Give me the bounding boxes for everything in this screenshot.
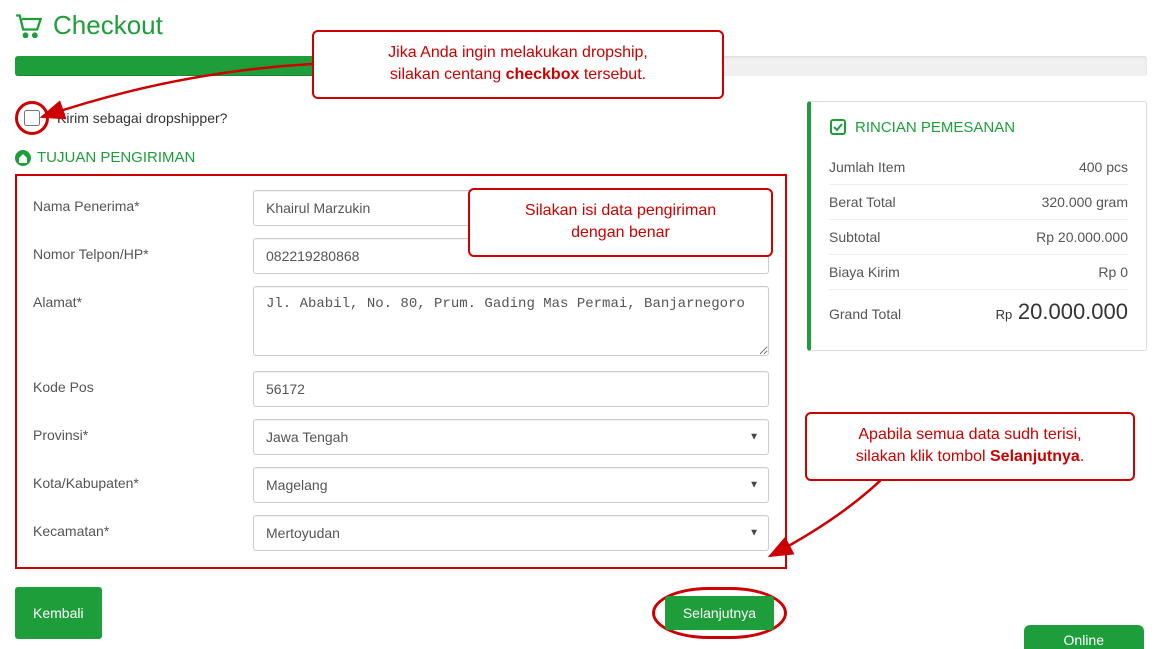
shipping-section-title: TUJUAN PENGIRIMAN — [37, 149, 195, 166]
next-button-highlight-oval: Selanjutnya — [652, 587, 787, 639]
subtotal-label: Subtotal — [829, 229, 880, 245]
kodepos-label: Kode Pos — [33, 371, 253, 395]
provinsi-select[interactable] — [253, 419, 769, 455]
kota-select[interactable] — [253, 467, 769, 503]
order-summary-title: RINCIAN PEMESANAN — [855, 119, 1015, 136]
berat-label: Berat Total — [829, 194, 896, 210]
cart-icon — [15, 14, 43, 38]
dropship-row: Kirim sebagai dropshipper? — [15, 101, 787, 135]
checklist-icon — [829, 118, 847, 136]
checkbox-highlight-circle — [15, 101, 49, 135]
kecamatan-select[interactable] — [253, 515, 769, 551]
callout-dropship: Jika Anda ingin melakukan dropship, sila… — [312, 30, 724, 99]
kodepos-input[interactable] — [253, 371, 769, 407]
nama-label: Nama Penerima* — [33, 190, 253, 214]
grand-total-value: Rp 20.000.000 — [996, 299, 1128, 325]
kota-label: Kota/Kabupaten* — [33, 467, 253, 491]
dropship-checkbox[interactable] — [24, 110, 40, 126]
biaya-kirim-value: Rp 0 — [1098, 264, 1128, 280]
alamat-label: Alamat* — [33, 286, 253, 310]
callout-next: Apabila semua data sudh terisi, silakan … — [805, 412, 1135, 481]
chat-online-button[interactable]: Online — [1024, 625, 1144, 649]
home-icon — [15, 150, 31, 166]
back-button[interactable]: Kembali — [15, 587, 102, 639]
order-summary-head: RINCIAN PEMESANAN — [829, 118, 1128, 136]
jumlah-item-value: 400 pcs — [1079, 159, 1128, 175]
jumlah-item-label: Jumlah Item — [829, 159, 905, 175]
grand-total-label: Grand Total — [829, 306, 901, 322]
order-summary-panel: RINCIAN PEMESANAN Jumlah Item 400 pcs Be… — [807, 101, 1147, 351]
alamat-textarea[interactable]: Jl. Ababil, No. 80, Prum. Gading Mas Per… — [253, 286, 769, 356]
berat-value: 320.000 gram — [1042, 194, 1128, 210]
next-button[interactable]: Selanjutnya — [665, 596, 774, 630]
provinsi-label: Provinsi* — [33, 419, 253, 443]
subtotal-value: Rp 20.000.000 — [1036, 229, 1128, 245]
dropship-label: Kirim sebagai dropshipper? — [57, 110, 227, 126]
telp-label: Nomor Telpon/HP* — [33, 238, 253, 262]
biaya-kirim-label: Biaya Kirim — [829, 264, 900, 280]
kecamatan-label: Kecamatan* — [33, 515, 253, 539]
page-title-text: Checkout — [53, 10, 163, 41]
shipping-section-head: TUJUAN PENGIRIMAN — [15, 149, 787, 166]
callout-form: Silakan isi data pengiriman dengan benar — [468, 188, 773, 257]
